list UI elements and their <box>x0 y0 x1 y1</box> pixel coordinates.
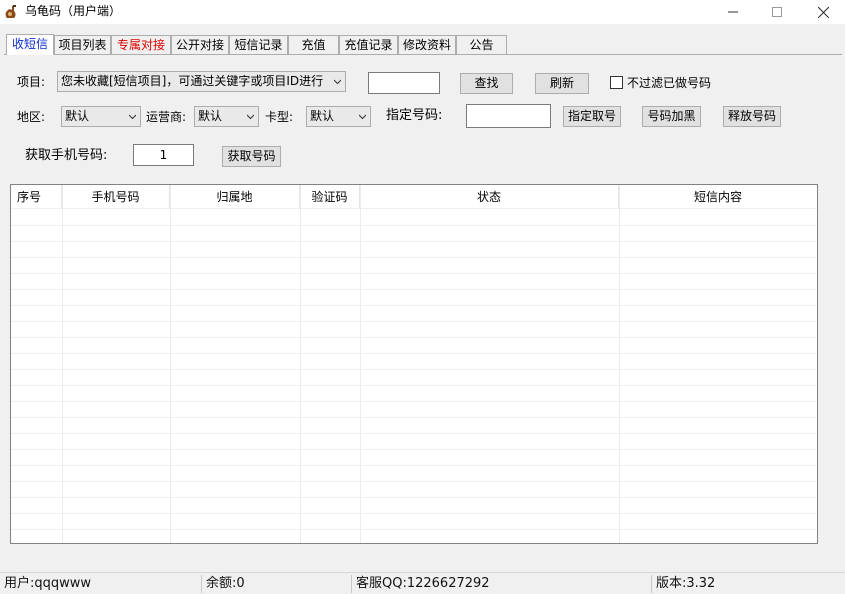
search-button[interactable]: 查找 <box>460 73 513 94</box>
tab-recharge[interactable]: 充值 <box>288 35 339 55</box>
tab-announcement[interactable]: 公告 <box>456 35 507 55</box>
project-select[interactable]: 您未收藏[短信项目]，可通过关键字或项目ID进行 <box>57 71 346 92</box>
tab-edit-profile[interactable]: 修改资料 <box>398 35 456 55</box>
row-line <box>11 497 817 498</box>
status-divider <box>201 575 202 593</box>
no-filter-checkbox[interactable] <box>610 76 623 89</box>
row-line <box>11 241 817 242</box>
row-line <box>11 353 817 354</box>
tab-pane-border <box>4 54 842 55</box>
row-line <box>11 337 817 338</box>
minimize-button[interactable] <box>710 0 756 24</box>
column-header-status[interactable]: 状态 <box>360 185 619 209</box>
row-line <box>11 225 817 226</box>
status-support-qq: 客服QQ:1226627292 <box>356 576 490 591</box>
client-area: 收短信 项目列表 专属对接 公开对接 短信记录 充值 充值记录 修改资料 公告 … <box>0 24 845 572</box>
tab-recharge-records[interactable]: 充值记录 <box>339 35 398 55</box>
column-header-index[interactable]: 序号 <box>11 185 62 209</box>
no-filter-label: 不过滤已做号码 <box>627 76 712 90</box>
get-number-button[interactable]: 获取号码 <box>222 146 281 167</box>
region-select-value: 默认 <box>65 109 90 123</box>
region-select[interactable]: 默认 <box>61 106 141 127</box>
column-header-sms-content[interactable]: 短信内容 <box>619 185 817 209</box>
search-input[interactable] <box>368 72 440 94</box>
carrier-select-value: 默认 <box>198 109 223 123</box>
region-label: 地区: <box>17 110 46 124</box>
tab-public-docking[interactable]: 公开对接 <box>171 35 229 55</box>
row-line <box>11 513 817 514</box>
row-line <box>11 481 817 482</box>
project-select-value: 您未收藏[短信项目]，可通过关键字或项目ID进行 <box>61 74 324 88</box>
close-button[interactable] <box>800 0 845 24</box>
row-line <box>11 289 817 290</box>
status-bar: 用户:qqqwww 余额:0 客服QQ:1226627292 版本:3.32 <box>0 572 845 594</box>
row-line <box>11 465 817 466</box>
tab-strip: 收短信 项目列表 专属对接 公开对接 短信记录 充值 充值记录 修改资料 公告 <box>4 34 842 55</box>
tab-project-list[interactable]: 项目列表 <box>54 35 111 55</box>
maximize-button[interactable] <box>754 0 800 24</box>
status-divider <box>351 575 352 593</box>
row-line <box>11 529 817 530</box>
row-line <box>11 449 817 450</box>
maximize-icon <box>772 7 782 17</box>
table-header: 序号 手机号码 归属地 验证码 状态 短信内容 <box>11 185 817 209</box>
chevron-down-icon <box>129 114 136 120</box>
row-line <box>11 257 817 258</box>
specify-number-input[interactable] <box>466 104 551 128</box>
tab-exclusive-docking[interactable]: 专属对接 <box>111 35 171 55</box>
row-line <box>11 417 817 418</box>
column-header-code[interactable]: 验证码 <box>300 185 360 209</box>
card-type-select-value: 默认 <box>310 109 335 123</box>
refresh-button[interactable]: 刷新 <box>535 73 589 94</box>
chevron-down-icon <box>359 114 366 120</box>
chevron-down-icon <box>334 79 341 85</box>
project-label: 项目: <box>17 75 46 89</box>
carrier-label: 运营商: <box>146 110 187 124</box>
status-divider <box>651 575 652 593</box>
row-line <box>11 305 817 306</box>
get-count-input[interactable]: 1 <box>133 144 194 166</box>
window-title: 乌龟码（用户端） <box>25 4 122 18</box>
carrier-select[interactable]: 默认 <box>194 106 259 127</box>
close-icon <box>817 6 829 18</box>
turtle-icon <box>5 5 16 18</box>
get-count-label: 获取手机号码: <box>25 148 108 163</box>
row-line <box>11 385 817 386</box>
column-header-location[interactable]: 归属地 <box>170 185 300 209</box>
card-type-select[interactable]: 默认 <box>306 106 371 127</box>
blacklist-button[interactable]: 号码加黑 <box>642 106 701 127</box>
row-line <box>11 369 817 370</box>
status-user: 用户:qqqwww <box>4 576 92 591</box>
row-line <box>11 273 817 274</box>
row-line <box>11 321 817 322</box>
status-version: 版本:3.32 <box>656 576 716 591</box>
column-header-phone[interactable]: 手机号码 <box>62 185 170 209</box>
chevron-down-icon <box>247 114 254 120</box>
row-line <box>11 401 817 402</box>
release-number-button[interactable]: 释放号码 <box>723 106 781 127</box>
status-balance: 余额:0 <box>206 576 245 591</box>
table-body <box>11 209 817 543</box>
title-bar: 乌龟码（用户端） <box>0 0 845 24</box>
specify-fetch-button[interactable]: 指定取号 <box>563 106 621 127</box>
sms-table[interactable]: 序号 手机号码 归属地 验证码 状态 短信内容 <box>10 184 818 544</box>
tab-sms-records[interactable]: 短信记录 <box>229 35 288 55</box>
card-type-label: 卡型: <box>265 110 294 124</box>
tab-receive-sms[interactable]: 收短信 <box>6 34 54 55</box>
minimize-icon <box>728 11 738 13</box>
row-line <box>11 433 817 434</box>
specify-number-label: 指定号码: <box>386 108 443 123</box>
